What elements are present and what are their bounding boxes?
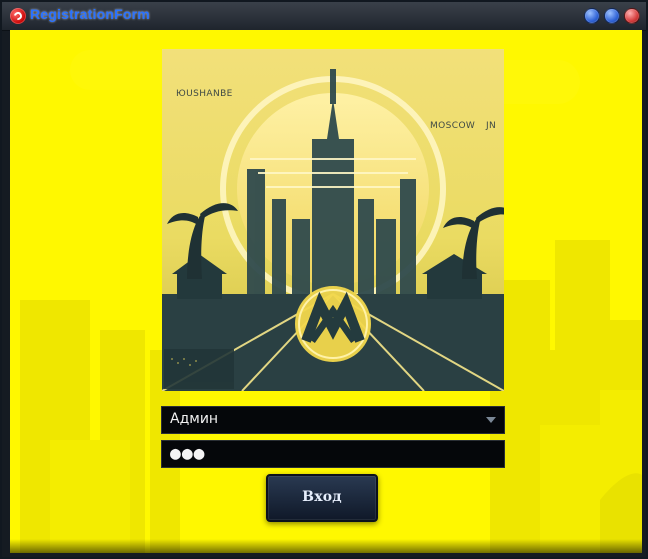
maximize-button[interactable] <box>604 8 620 24</box>
registration-window: RegistrationForm ЮUSHANBE MOSCOW JN Адми… <box>0 0 648 559</box>
hero-label-right: MOSCOW <box>430 121 476 131</box>
username-value: Админ <box>170 411 219 427</box>
bottom-decoration <box>10 539 642 553</box>
login-button-label: Вход <box>302 489 342 505</box>
password-field[interactable]: ●●● <box>161 440 505 468</box>
hero-illustration <box>162 49 504 391</box>
username-dropdown[interactable]: Админ <box>161 406 505 434</box>
title-bar[interactable]: RegistrationForm <box>2 2 646 31</box>
login-button[interactable]: Вход <box>266 474 378 522</box>
hero-label-left: ЮUSHANBE <box>176 89 233 99</box>
content-area: ЮUSHANBE MOSCOW JN Админ ●●● Вход <box>10 30 642 553</box>
chevron-down-icon <box>486 417 496 423</box>
hero-label-right-extra: JN <box>486 121 497 131</box>
hero-image: ЮUSHANBE MOSCOW JN <box>162 49 504 391</box>
close-button[interactable] <box>624 8 640 24</box>
app-icon <box>10 8 26 24</box>
password-masked-value: ●●● <box>170 443 206 464</box>
window-controls <box>584 8 640 24</box>
window-title: RegistrationForm <box>30 6 150 22</box>
minimize-button[interactable] <box>584 8 600 24</box>
